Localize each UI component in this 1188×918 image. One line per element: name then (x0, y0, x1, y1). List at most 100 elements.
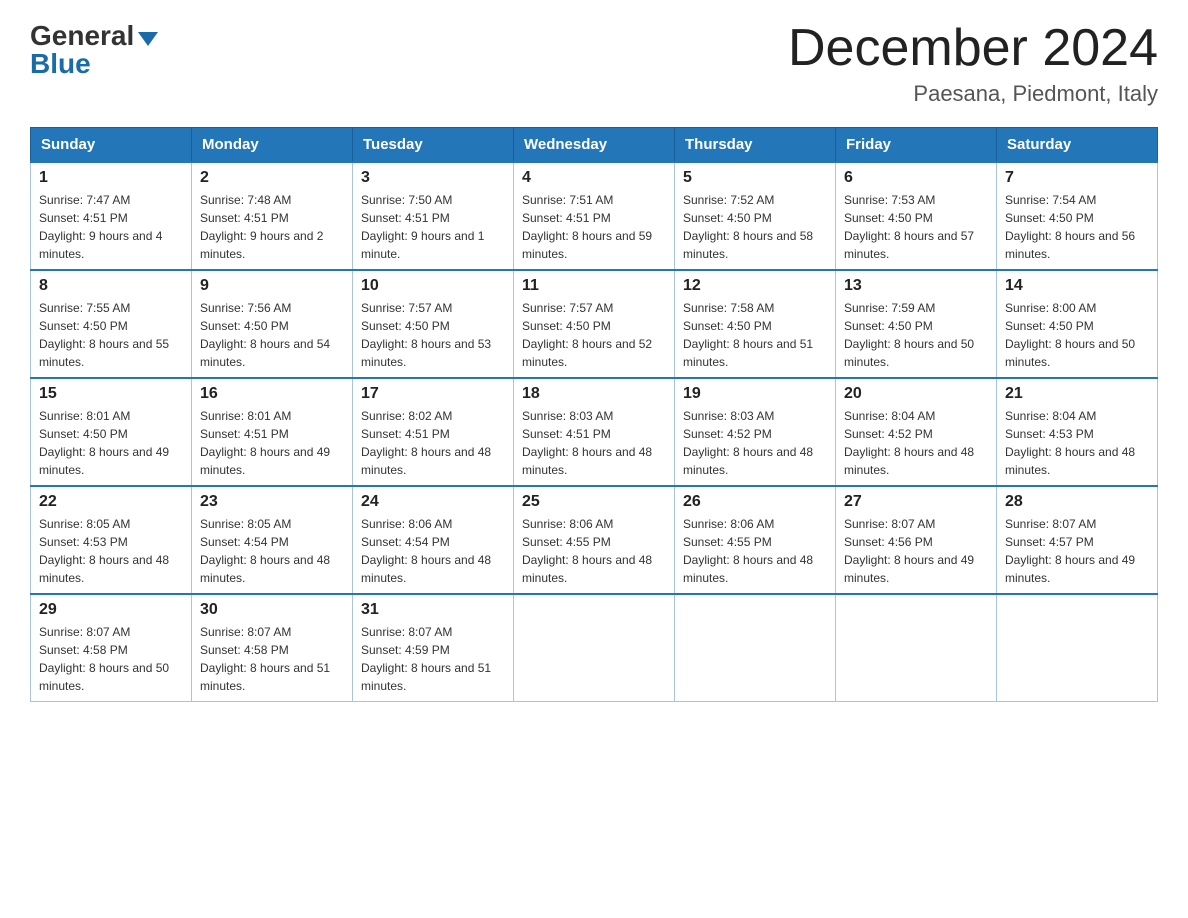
cell-week2-day1: 9 Sunrise: 7:56 AMSunset: 4:50 PMDaylight… (192, 270, 353, 378)
day-number: 1 (39, 169, 183, 187)
day-number: 16 (200, 385, 344, 403)
cell-week2-day2: 10Sunrise: 7:57 AMSunset: 4:50 PMDayligh… (353, 270, 514, 378)
day-number: 25 (522, 493, 666, 511)
day-info: Sunrise: 8:04 AMSunset: 4:52 PMDaylight:… (844, 407, 988, 479)
logo-blue-text: Blue (30, 48, 91, 80)
day-info: Sunrise: 7:54 AMSunset: 4:50 PMDaylight:… (1005, 191, 1149, 263)
cell-week2-day0: 8 Sunrise: 7:55 AMSunset: 4:50 PMDaylight… (31, 270, 192, 378)
week-row-5: 29 Sunrise: 8:07 AMSunset: 4:58 PMDayligh… (31, 594, 1158, 702)
day-info: Sunrise: 7:51 AMSunset: 4:51 PMDaylight:… (522, 191, 666, 263)
day-number: 17 (361, 385, 505, 403)
cell-week4-day2: 24 Sunrise: 8:06 AMSunset: 4:54 PMDayligh… (353, 486, 514, 594)
cell-week5-day1: 30 Sunrise: 8:07 AMSunset: 4:58 PMDayligh… (192, 594, 353, 702)
col-monday: Monday (192, 128, 353, 163)
day-number: 29 (39, 601, 183, 619)
day-info: Sunrise: 8:07 AMSunset: 4:56 PMDaylight:… (844, 515, 988, 587)
day-number: 13 (844, 277, 988, 295)
cell-week1-day4: 5 Sunrise: 7:52 AMSunset: 4:50 PMDaylight… (675, 162, 836, 270)
day-info: Sunrise: 8:07 AMSunset: 4:58 PMDaylight:… (200, 623, 344, 695)
cell-week5-day2: 31 Sunrise: 8:07 AMSunset: 4:59 PMDayligh… (353, 594, 514, 702)
day-info: Sunrise: 8:06 AMSunset: 4:55 PMDaylight:… (522, 515, 666, 587)
title-section: December 2024 Paesana, Piedmont, Italy (788, 20, 1158, 107)
cell-week3-day1: 16 Sunrise: 8:01 AMSunset: 4:51 PMDayligh… (192, 378, 353, 486)
cell-week5-day0: 29 Sunrise: 8:07 AMSunset: 4:58 PMDayligh… (31, 594, 192, 702)
cell-week2-day5: 13Sunrise: 7:59 AMSunset: 4:50 PMDayligh… (836, 270, 997, 378)
cell-week4-day1: 23 Sunrise: 8:05 AMSunset: 4:54 PMDayligh… (192, 486, 353, 594)
cell-week3-day2: 17Sunrise: 8:02 AMSunset: 4:51 PMDayligh… (353, 378, 514, 486)
week-row-4: 22 Sunrise: 8:05 AMSunset: 4:53 PMDayligh… (31, 486, 1158, 594)
cell-week3-day5: 20Sunrise: 8:04 AMSunset: 4:52 PMDayligh… (836, 378, 997, 486)
cell-week1-day3: 4 Sunrise: 7:51 AMSunset: 4:51 PMDaylight… (514, 162, 675, 270)
cell-week1-day6: 7Sunrise: 7:54 AMSunset: 4:50 PMDaylight… (997, 162, 1158, 270)
day-info: Sunrise: 8:00 AMSunset: 4:50 PMDaylight:… (1005, 299, 1149, 371)
cell-week3-day0: 15 Sunrise: 8:01 AMSunset: 4:50 PMDayligh… (31, 378, 192, 486)
day-info: Sunrise: 7:53 AMSunset: 4:50 PMDaylight:… (844, 191, 988, 263)
day-info: Sunrise: 8:01 AMSunset: 4:51 PMDaylight:… (200, 407, 344, 479)
day-number: 27 (844, 493, 988, 511)
cell-week5-day4 (675, 594, 836, 702)
day-number: 31 (361, 601, 505, 619)
cell-week1-day1: 2Sunrise: 7:48 AMSunset: 4:51 PMDaylight… (192, 162, 353, 270)
day-info: Sunrise: 8:01 AMSunset: 4:50 PMDaylight:… (39, 407, 183, 479)
day-number: 4 (522, 169, 666, 187)
day-number: 12 (683, 277, 827, 295)
day-info: Sunrise: 7:50 AMSunset: 4:51 PMDaylight:… (361, 191, 505, 263)
page-header: General Blue December 2024 Paesana, Pied… (30, 20, 1158, 107)
day-number: 8 (39, 277, 183, 295)
cell-week2-day6: 14Sunrise: 8:00 AMSunset: 4:50 PMDayligh… (997, 270, 1158, 378)
day-number: 22 (39, 493, 183, 511)
day-number: 18 (522, 385, 666, 403)
cell-week3-day4: 19 Sunrise: 8:03 AMSunset: 4:52 PMDayligh… (675, 378, 836, 486)
day-info: Sunrise: 7:58 AMSunset: 4:50 PMDaylight:… (683, 299, 827, 371)
cell-week1-day0: 1 Sunrise: 7:47 AMSunset: 4:51 PMDaylight… (31, 162, 192, 270)
day-info: Sunrise: 7:56 AMSunset: 4:50 PMDaylight:… (200, 299, 344, 371)
col-wednesday: Wednesday (514, 128, 675, 163)
day-number: 24 (361, 493, 505, 511)
day-number: 10 (361, 277, 505, 295)
day-info: Sunrise: 8:07 AMSunset: 4:57 PMDaylight:… (1005, 515, 1149, 587)
col-tuesday: Tuesday (353, 128, 514, 163)
day-number: 23 (200, 493, 344, 511)
calendar-header-row: Sunday Monday Tuesday Wednesday Thursday… (31, 128, 1158, 163)
day-info: Sunrise: 8:07 AMSunset: 4:59 PMDaylight:… (361, 623, 505, 695)
day-number: 21 (1005, 385, 1149, 403)
day-info: Sunrise: 7:55 AMSunset: 4:50 PMDaylight:… (39, 299, 183, 371)
day-number: 26 (683, 493, 827, 511)
month-title: December 2024 (788, 20, 1158, 77)
day-number: 19 (683, 385, 827, 403)
day-info: Sunrise: 8:05 AMSunset: 4:53 PMDaylight:… (39, 515, 183, 587)
day-info: Sunrise: 7:47 AMSunset: 4:51 PMDaylight:… (39, 191, 183, 263)
day-number: 5 (683, 169, 827, 187)
cell-week1-day2: 3 Sunrise: 7:50 AMSunset: 4:51 PMDaylight… (353, 162, 514, 270)
col-thursday: Thursday (675, 128, 836, 163)
cell-week3-day3: 18Sunrise: 8:03 AMSunset: 4:51 PMDayligh… (514, 378, 675, 486)
day-number: 3 (361, 169, 505, 187)
day-info: Sunrise: 8:04 AMSunset: 4:53 PMDaylight:… (1005, 407, 1149, 479)
day-info: Sunrise: 8:05 AMSunset: 4:54 PMDaylight:… (200, 515, 344, 587)
day-number: 9 (200, 277, 344, 295)
day-info: Sunrise: 8:03 AMSunset: 4:52 PMDaylight:… (683, 407, 827, 479)
calendar-table: Sunday Monday Tuesday Wednesday Thursday… (30, 127, 1158, 702)
cell-week4-day5: 27 Sunrise: 8:07 AMSunset: 4:56 PMDayligh… (836, 486, 997, 594)
day-info: Sunrise: 7:57 AMSunset: 4:50 PMDaylight:… (522, 299, 666, 371)
col-sunday: Sunday (31, 128, 192, 163)
day-info: Sunrise: 8:06 AMSunset: 4:54 PMDaylight:… (361, 515, 505, 587)
cell-week4-day6: 28 Sunrise: 8:07 AMSunset: 4:57 PMDayligh… (997, 486, 1158, 594)
cell-week3-day6: 21 Sunrise: 8:04 AMSunset: 4:53 PMDayligh… (997, 378, 1158, 486)
day-info: Sunrise: 7:52 AMSunset: 4:50 PMDaylight:… (683, 191, 827, 263)
cell-week2-day4: 12 Sunrise: 7:58 AMSunset: 4:50 PMDayligh… (675, 270, 836, 378)
cell-week5-day6 (997, 594, 1158, 702)
day-number: 30 (200, 601, 344, 619)
day-number: 2 (200, 169, 344, 187)
day-number: 15 (39, 385, 183, 403)
day-number: 28 (1005, 493, 1149, 511)
day-info: Sunrise: 8:07 AMSunset: 4:58 PMDaylight:… (39, 623, 183, 695)
cell-week5-day3 (514, 594, 675, 702)
cell-week1-day5: 6Sunrise: 7:53 AMSunset: 4:50 PMDaylight… (836, 162, 997, 270)
logo: General Blue (30, 20, 158, 80)
cell-week5-day5 (836, 594, 997, 702)
calendar-body: 1 Sunrise: 7:47 AMSunset: 4:51 PMDaylight… (31, 162, 1158, 702)
col-friday: Friday (836, 128, 997, 163)
week-row-3: 15 Sunrise: 8:01 AMSunset: 4:50 PMDayligh… (31, 378, 1158, 486)
logo-arrow-icon (138, 32, 158, 46)
